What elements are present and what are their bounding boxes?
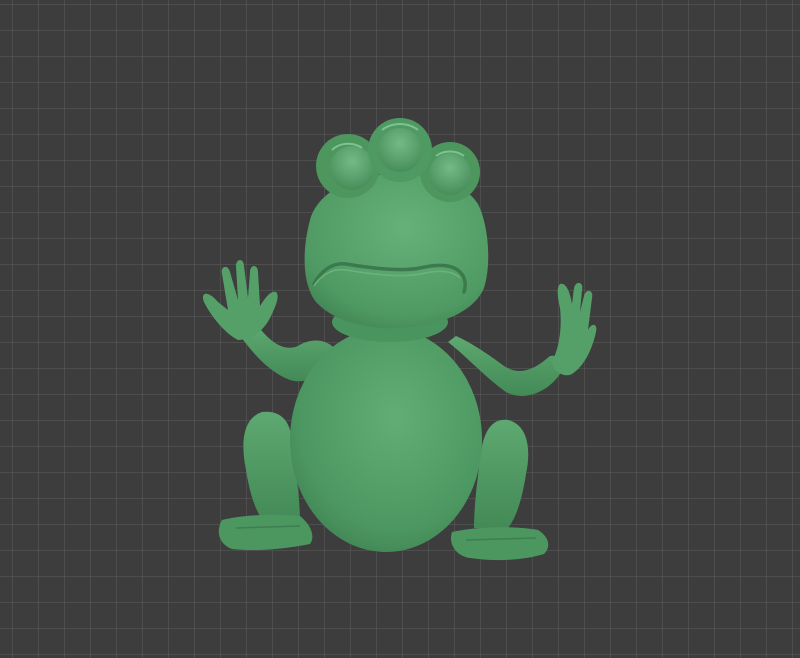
frog-body <box>290 328 482 552</box>
frog-model[interactable] <box>0 0 800 658</box>
3d-viewport[interactable] <box>0 0 800 658</box>
